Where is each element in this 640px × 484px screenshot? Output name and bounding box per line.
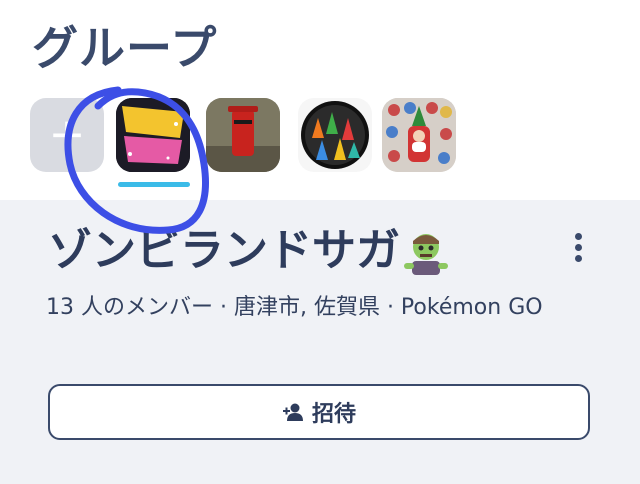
santa-stickers-photo bbox=[382, 98, 456, 172]
zombie-emoji-icon bbox=[404, 234, 448, 275]
plus-icon: + bbox=[48, 109, 86, 160]
page-title: グループ bbox=[32, 21, 218, 75]
add-person-icon bbox=[282, 403, 303, 421]
zombieland-saga-logo-icon bbox=[116, 98, 190, 172]
manhole-art-photo bbox=[301, 101, 369, 169]
more-options-icon[interactable] bbox=[566, 230, 590, 266]
group-name-heading: ゾンビランドサガ bbox=[48, 214, 450, 278]
group-detail-panel: ゾンビランドサガ 13 人のメンバー · 唐津市, 佐賀県 · Pokémon … bbox=[0, 200, 640, 484]
group-manhole-art[interactable] bbox=[298, 98, 372, 172]
invite-button[interactable]: 招待 bbox=[48, 384, 590, 440]
group-name-text: ゾンビランドサガ bbox=[48, 225, 400, 276]
invite-label: 招待 bbox=[311, 402, 356, 427]
selected-group-indicator bbox=[118, 182, 190, 187]
group-strip: + bbox=[0, 96, 640, 196]
postbox-photo bbox=[206, 98, 280, 172]
group-meta-info: 13 人のメンバー · 唐津市, 佐賀県 · Pokémon GO bbox=[46, 295, 543, 320]
group-zombieland-saga[interactable] bbox=[116, 98, 190, 172]
group-santa-stickers[interactable] bbox=[382, 98, 456, 172]
group-postbox[interactable] bbox=[206, 98, 280, 172]
add-group-button[interactable]: + bbox=[30, 98, 104, 172]
